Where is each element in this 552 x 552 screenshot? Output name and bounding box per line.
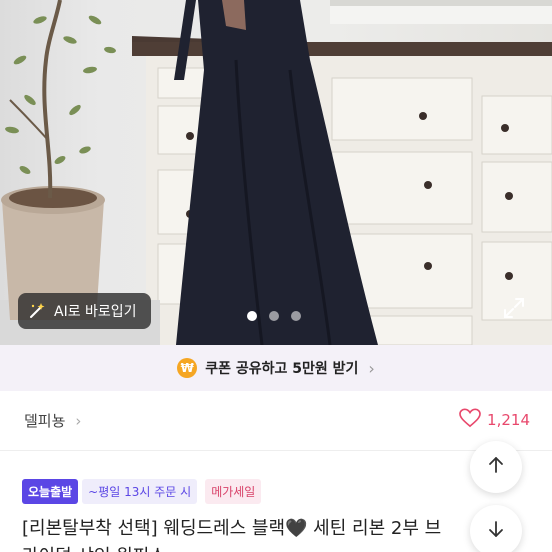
shipping-badges: 오늘출발 ~평일 13시 주문 시 메가세일 <box>22 479 262 504</box>
product-image-carousel[interactable]: AI로 바로입기 <box>0 0 552 345</box>
order-cutoff-badge: ~평일 13시 주문 시 <box>82 479 198 504</box>
carousel-dot[interactable] <box>291 311 301 321</box>
product-title: [리본탈부착 선택] 웨딩드레스 블랙🖤 세틴 리본 2부 브라이덜 샤인 원피… <box>22 518 442 552</box>
won-coin-icon: ₩ <box>177 358 198 378</box>
brand-name: 델피뇽 <box>24 412 66 430</box>
heart-outline-icon <box>459 408 481 432</box>
carousel-dot[interactable] <box>247 311 257 321</box>
ai-try-on-label: AI로 바로입기 <box>54 304 137 320</box>
scroll-down-button[interactable] <box>470 505 522 552</box>
expand-icon[interactable] <box>502 296 526 320</box>
coupon-share-text: 쿠폰 공유하고 5만원 받기 <box>205 361 359 377</box>
scroll-up-button[interactable] <box>470 441 522 493</box>
like-button[interactable]: 1,214 <box>459 408 530 432</box>
like-count: 1,214 <box>487 411 530 429</box>
divider <box>0 450 552 451</box>
mega-sale-badge: 메가세일 <box>205 479 262 504</box>
ai-try-on-button[interactable]: AI로 바로입기 <box>18 293 151 329</box>
brand-link[interactable]: 델피뇽 › <box>24 410 81 431</box>
chevron-right-icon: › <box>368 358 375 378</box>
magic-wand-icon <box>28 302 46 320</box>
arrow-up-icon <box>486 455 506 479</box>
today-shipping-badge: 오늘출발 <box>22 479 79 504</box>
chevron-right-icon: › <box>75 411 82 430</box>
carousel-indicator <box>247 311 301 321</box>
arrow-down-icon <box>486 519 506 543</box>
coupon-share-banner[interactable]: ₩ 쿠폰 공유하고 5만원 받기 › <box>0 345 552 391</box>
carousel-dot[interactable] <box>269 311 279 321</box>
